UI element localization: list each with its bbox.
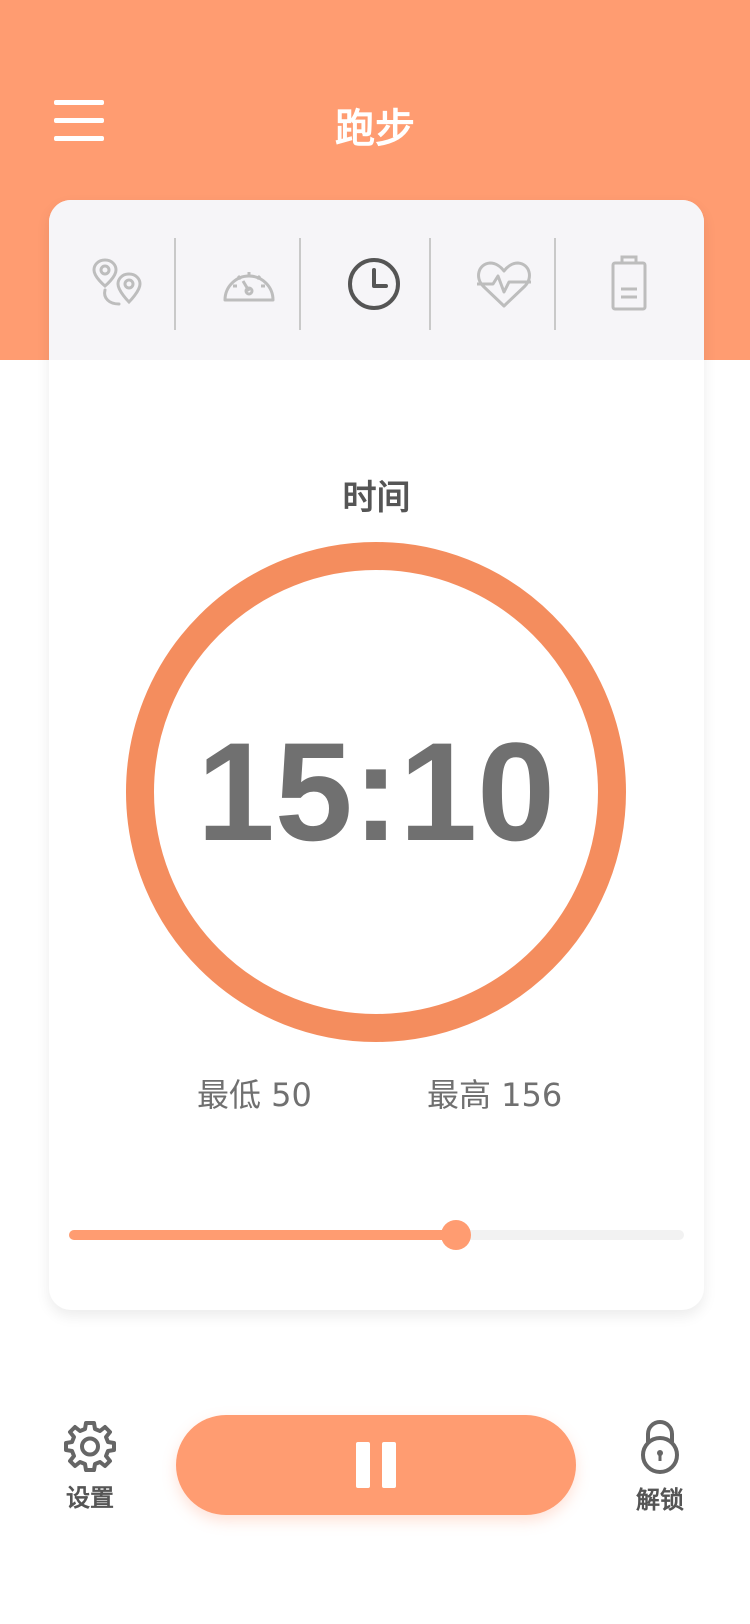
min-value: 最低 50 bbox=[197, 1076, 312, 1114]
tab-heart-rate[interactable] bbox=[449, 238, 559, 330]
metric-label: 时间 bbox=[342, 478, 411, 518]
speedometer-icon bbox=[223, 272, 275, 302]
tab-time[interactable] bbox=[319, 238, 429, 330]
heart-rate-icon bbox=[477, 261, 531, 308]
route-pins-icon bbox=[92, 258, 142, 306]
clock-icon bbox=[348, 258, 400, 310]
pause-button[interactable] bbox=[176, 1415, 576, 1515]
tab-strip bbox=[49, 200, 704, 360]
metric-card: 时间 15:10 最低 50 最高 156 bbox=[49, 200, 704, 1310]
slider-thumb[interactable] bbox=[441, 1220, 472, 1250]
battery-icon bbox=[611, 255, 647, 311]
tab-battery[interactable] bbox=[574, 238, 684, 330]
tab-divider bbox=[299, 238, 301, 330]
page-title: 跑步 bbox=[335, 106, 415, 152]
unlock-button[interactable]: 解锁 bbox=[610, 1420, 710, 1515]
gear-icon bbox=[64, 1421, 116, 1472]
tab-divider bbox=[174, 238, 176, 330]
unlock-label: 解锁 bbox=[636, 1486, 684, 1514]
tab-divider bbox=[429, 238, 431, 330]
progress-slider[interactable] bbox=[69, 1220, 684, 1250]
settings-label: 设置 bbox=[66, 1484, 114, 1512]
slider-fill bbox=[69, 1230, 457, 1240]
tab-divider bbox=[554, 238, 556, 330]
max-value: 最高 156 bbox=[427, 1076, 563, 1114]
pause-icon bbox=[356, 1442, 396, 1488]
settings-button[interactable]: 设置 bbox=[40, 1420, 140, 1513]
tab-speed[interactable] bbox=[194, 238, 304, 330]
timer-value: 15:10 bbox=[196, 713, 556, 870]
tab-route[interactable] bbox=[69, 238, 169, 330]
padlock-icon bbox=[641, 1420, 679, 1474]
timer-ring: 15:10 bbox=[126, 542, 626, 1042]
